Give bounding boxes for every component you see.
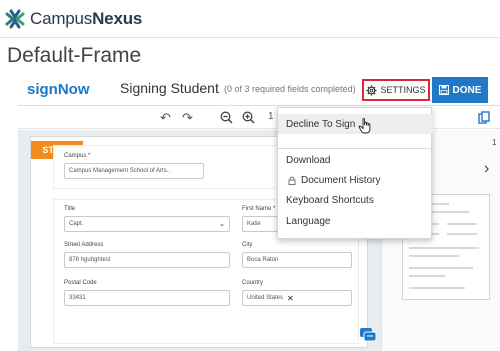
city-label: City <box>242 242 253 248</box>
remove-country-icon[interactable]: ✕ <box>287 294 294 303</box>
street-value: 878 hguhghtest <box>69 257 111 263</box>
title-select[interactable]: Capt. ⌄ <box>64 216 230 232</box>
city-field[interactable]: Boca Raton <box>242 252 352 268</box>
undo-icon[interactable]: ↶ <box>160 110 171 126</box>
postal-value: 33431 <box>69 295 86 301</box>
menu-item-keyboard-shortcuts[interactable]: Keyboard Shortcuts <box>278 190 433 210</box>
copy-pages-icon[interactable] <box>478 111 490 124</box>
signnow-logo: signNow <box>27 81 90 98</box>
done-label: DONE <box>452 84 482 96</box>
settings-label: SETTINGS <box>380 85 426 95</box>
city-value: Boca Raton <box>247 257 279 263</box>
campus-field[interactable]: Campus Management School of Arts.. <box>64 163 204 179</box>
menu-item-document-history[interactable]: Document History <box>278 170 433 190</box>
menu-item-decline-to-sign[interactable]: Decline To Sign <box>278 114 433 134</box>
brand-name: CampusNexus <box>30 8 143 28</box>
menu-divider <box>278 148 433 149</box>
campus-label: Campus * <box>64 153 91 159</box>
redo-icon[interactable]: ↷ <box>182 110 193 126</box>
chevron-down-icon: ⌄ <box>219 221 225 228</box>
chat-icon[interactable] <box>359 327 377 343</box>
fields-progress: (0 of 3 required fields completed) <box>224 84 356 94</box>
zoom-in-icon[interactable] <box>242 111 255 124</box>
country-field[interactable]: United States ✕ <box>242 290 352 306</box>
postal-field[interactable]: 33431 <box>64 290 230 306</box>
country-label: Country <box>242 280 264 286</box>
settings-menu: Decline To Sign Download Document Histor… <box>277 107 433 239</box>
menu-item-language[interactable]: Language <box>278 211 433 231</box>
first-name-label: First Name * <box>242 206 276 212</box>
zoom-out-icon[interactable] <box>220 111 233 124</box>
next-page-icon[interactable]: › <box>484 160 489 178</box>
thumb-page-number: 1 <box>492 138 497 147</box>
campusnexus-logo-icon <box>5 9 25 28</box>
street-label: Street Address <box>64 242 104 248</box>
title-label: Title <box>64 206 76 212</box>
done-button[interactable]: DONE <box>432 77 488 103</box>
lock-icon <box>288 176 296 185</box>
app-header: CampusNexus <box>0 0 500 38</box>
street-field[interactable]: 878 hguhghtest <box>64 252 230 268</box>
country-value: United States <box>247 295 284 301</box>
signnow-header: signNow Signing Student (0 of 3 required… <box>18 74 500 106</box>
save-icon <box>438 85 449 95</box>
postal-label: Postal Code <box>64 280 97 286</box>
signer-title: Signing Student <box>120 80 219 96</box>
first-name-value: Katie <box>247 221 261 227</box>
title-value: Capt. <box>69 221 84 227</box>
settings-button[interactable]: SETTINGS <box>362 79 430 101</box>
campus-value: Campus Management School of Arts.. <box>69 168 171 174</box>
menu-item-download[interactable]: Download <box>278 150 433 170</box>
page-title: Default-Frame <box>7 44 142 67</box>
hand-cursor-icon <box>358 118 371 134</box>
page-number: 1 <box>268 111 274 122</box>
gear-icon <box>366 84 378 96</box>
